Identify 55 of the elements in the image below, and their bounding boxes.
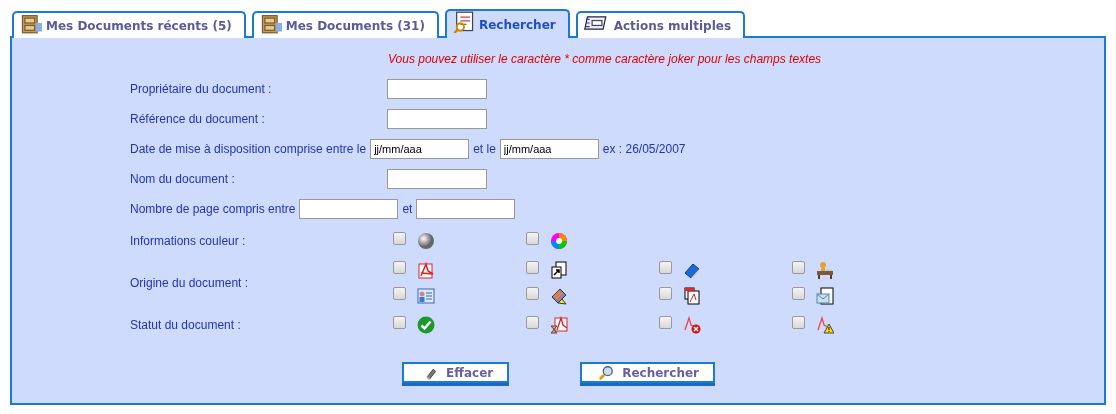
input-field[interactable] xyxy=(387,79,487,99)
search-icon xyxy=(598,364,615,381)
field-label: Statut du document : xyxy=(130,318,242,332)
checkbox[interactable] xyxy=(526,315,539,329)
checkbox[interactable] xyxy=(659,286,672,300)
sphere-icon xyxy=(417,232,435,250)
input-field[interactable]: jj/mm/aaa xyxy=(499,139,599,159)
checkbox[interactable] xyxy=(792,260,805,274)
input-field[interactable]: jj/mm/aaa xyxy=(370,139,470,159)
field-label: et xyxy=(402,202,413,216)
hint-text: ex : 26/05/2007 xyxy=(602,142,686,156)
pencils-icon xyxy=(550,287,568,305)
documents-icon xyxy=(683,287,701,305)
field-label: Nom du document : xyxy=(130,172,236,186)
field-label: Propriétaire du document : xyxy=(130,82,273,96)
shortcut-icon xyxy=(550,261,568,279)
checkbox[interactable] xyxy=(393,315,406,329)
checkbox[interactable] xyxy=(659,260,672,274)
mail-document-icon xyxy=(816,287,834,305)
hint-text: Vous pouvez utiliser le caractère * comme caractère joker pour les champs textes xyxy=(388,52,823,68)
field-label: et le xyxy=(473,142,496,156)
contact-card-icon xyxy=(417,287,435,305)
field-label: Date de mise à disposition comprise entre le xyxy=(130,142,367,156)
tab[interactable]: Mes Documents (31) xyxy=(251,11,439,38)
input-field[interactable] xyxy=(416,199,516,219)
color-wheel-icon xyxy=(550,232,568,250)
checkbox[interactable] xyxy=(792,315,805,329)
tab[interactable]: Rechercher xyxy=(444,9,570,38)
checkbox[interactable] xyxy=(526,286,539,300)
field-label: Nombre de page compris entre xyxy=(130,202,296,216)
field-label: Référence du document : xyxy=(130,112,266,126)
field-label: Informations couleur : xyxy=(130,234,247,248)
field-label: Origine du document : xyxy=(130,276,250,290)
checkmark-icon xyxy=(417,316,435,334)
button[interactable]: Rechercher xyxy=(580,362,715,383)
input-field[interactable] xyxy=(387,169,487,189)
input-field[interactable] xyxy=(387,109,487,129)
button[interactable]: Effacer xyxy=(402,362,510,383)
pdf-icon xyxy=(417,261,435,279)
checkbox[interactable] xyxy=(393,260,406,274)
input-field[interactable] xyxy=(299,199,399,219)
error-icon xyxy=(683,316,701,334)
tab[interactable]: Mes Documents récents (5) xyxy=(12,11,246,38)
checkbox[interactable] xyxy=(659,315,672,329)
checkbox[interactable] xyxy=(393,231,406,245)
checkbox[interactable] xyxy=(393,286,406,300)
hourglass-document-icon xyxy=(550,316,568,334)
document-search-icon xyxy=(452,10,475,33)
checkbox[interactable] xyxy=(526,231,539,245)
desk-icon xyxy=(816,261,834,279)
checkbox[interactable] xyxy=(792,286,805,300)
checkbox[interactable] xyxy=(526,260,539,274)
book-icon xyxy=(683,261,701,279)
tab[interactable]: Actions multiples xyxy=(575,11,746,38)
warning-icon xyxy=(816,316,834,334)
